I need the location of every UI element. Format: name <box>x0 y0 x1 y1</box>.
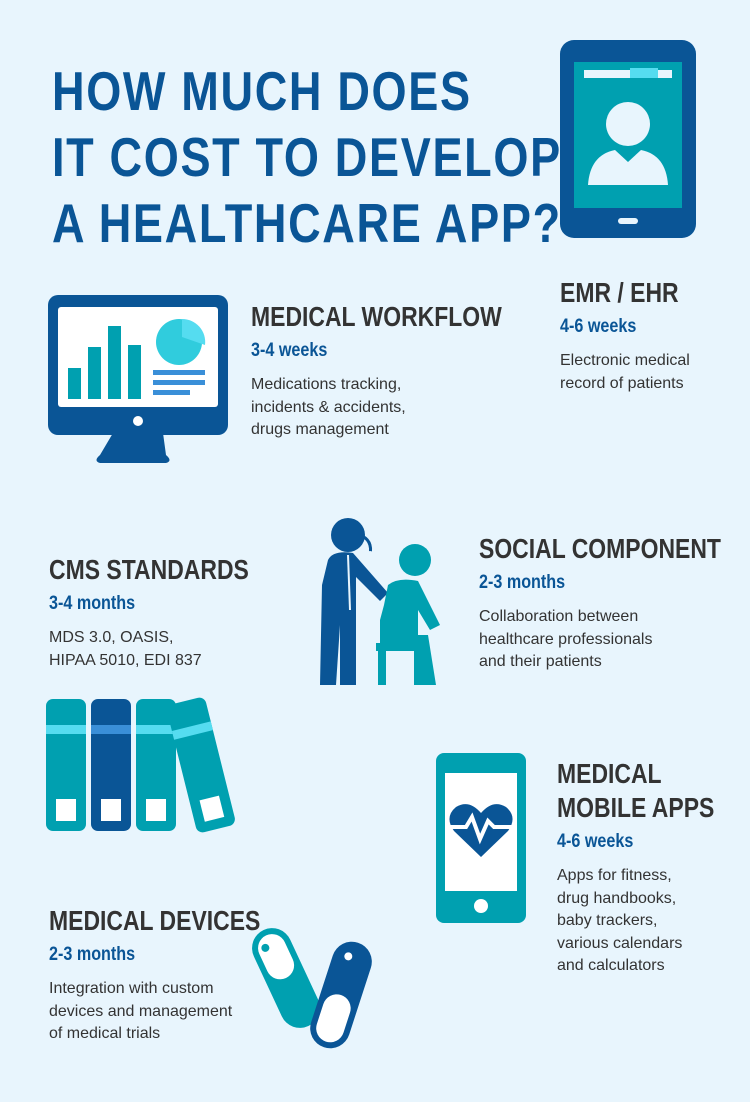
section-duration: 3-4 weeks <box>251 340 328 361</box>
section-description: Electronic medical record of patients <box>560 350 705 395</box>
section-heading: MEDICAL DEVICES <box>49 905 261 936</box>
title-line: IT COST TO DEVELOP <box>52 126 562 188</box>
section-duration: 4-6 weeks <box>560 316 637 337</box>
desc-line: drug handbooks, <box>557 889 677 907</box>
desc-line: incidents & accidents, <box>251 398 406 416</box>
section-duration: 4-6 weeks <box>557 831 634 852</box>
section-heading: EMR / EHR <box>560 277 679 308</box>
tablet-doctor-icon <box>560 40 696 238</box>
binders-icon <box>46 697 235 833</box>
section-description: Medications tracking, incidents & accide… <box>251 374 557 442</box>
doctor-patient-icon <box>320 518 440 685</box>
section-duration: 2-3 months <box>49 944 136 965</box>
desc-line: Medications tracking, <box>251 376 402 393</box>
section-heading: CMS STANDARDS <box>49 554 249 585</box>
desc-line: Electronic medical <box>560 352 690 369</box>
section-emr: EMR / EHR 4-6 weeks Electronic medical r… <box>560 276 705 395</box>
desc-line: Collaboration between <box>479 608 639 625</box>
desc-line: HIPAA 5010, EDI 837 <box>49 651 202 669</box>
section-description: MDS 3.0, OASIS, HIPAA 5010, EDI 837 <box>49 627 293 672</box>
desc-line: drugs management <box>251 421 389 438</box>
section-duration: 2-3 months <box>479 572 566 593</box>
desc-line: MDS 3.0, OASIS, <box>49 629 174 646</box>
section-description: Collaboration between healthcare profess… <box>479 606 750 674</box>
section-cms: CMS STANDARDS 3-4 months MDS 3.0, OASIS,… <box>49 553 293 672</box>
section-mobile: MEDICAL MOBILE APPS 4-6 weeks Apps for f… <box>557 757 749 978</box>
monitor-chart-icon <box>48 295 228 463</box>
section-social: SOCIAL COMPONENT 2-3 months Collaboratio… <box>479 532 750 674</box>
desc-line: healthcare professionals <box>479 630 653 648</box>
phone-heart-icon <box>436 753 526 923</box>
desc-line: Apps for fitness, <box>557 867 672 884</box>
section-description: Apps for fitness, drug handbooks, baby t… <box>557 865 749 978</box>
desc-line: various calendars <box>557 934 683 952</box>
section-heading: MOBILE APPS <box>557 792 715 823</box>
pills-icon <box>252 928 372 1049</box>
page-title: HOW MUCH DOES IT COST TO DEVELOP A HEALT… <box>52 58 562 256</box>
title-line: HOW MUCH DOES <box>52 60 472 122</box>
section-heading: MEDICAL WORKFLOW <box>251 301 502 332</box>
section-workflow: MEDICAL WORKFLOW 3-4 weeks Medications t… <box>251 300 557 442</box>
title-line: A HEALTHCARE APP? <box>52 192 562 254</box>
section-duration: 3-4 months <box>49 593 136 614</box>
desc-line: and calculators <box>557 957 665 974</box>
desc-line: baby trackers, <box>557 912 658 929</box>
section-heading: SOCIAL COMPONENT <box>479 533 721 564</box>
section-heading: MEDICAL <box>557 758 662 789</box>
desc-line: and their patients <box>479 653 602 670</box>
desc-line: record of patients <box>560 374 684 392</box>
